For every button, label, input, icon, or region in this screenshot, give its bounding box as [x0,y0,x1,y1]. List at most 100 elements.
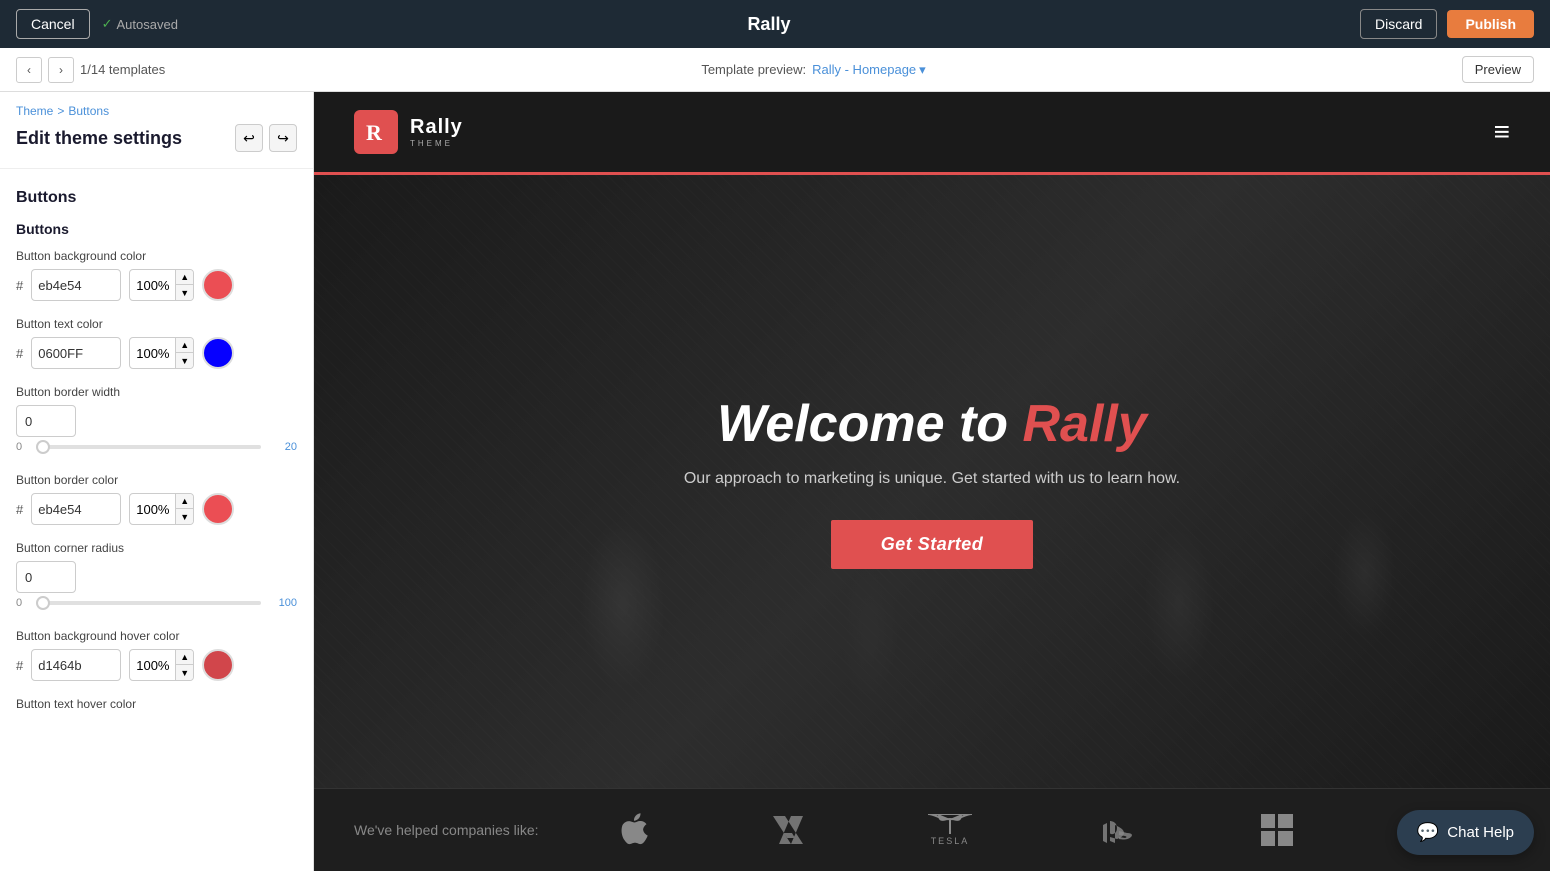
sidebar-header: Edit theme settings ↩ ↪ [0,120,313,164]
template-bar: ‹ › 1/14 templates Template preview: Ral… [0,48,1550,92]
slider2-max-label: 100 [269,597,297,609]
get-started-button[interactable]: Get Started [831,520,1034,569]
hero-subtitle: Our approach to marketing is unique. Get… [684,470,1180,488]
top-bar-right: Discard Publish [1360,9,1534,39]
bg-hover-color-label: Button background hover color [16,629,297,643]
rally-r-icon: R [362,118,390,146]
buttons-section: Buttons Buttons Button background color … [0,173,313,711]
publish-button[interactable]: Publish [1447,10,1534,38]
bg-color-swatch[interactable] [202,269,234,301]
corner-radius-field: Button corner radius 0 100 [16,541,297,613]
corner-radius-input[interactable] [16,561,76,593]
bg-opacity-down-button[interactable]: ▼ [175,285,193,301]
border-color-swatch[interactable] [202,493,234,525]
section-heading: Buttons [16,189,297,207]
bg-opacity-up-button[interactable]: ▲ [175,269,193,285]
text-color-label: Button text color [16,317,297,331]
corner-radius-slider[interactable] [36,601,261,605]
text-hover-color-field: Button text hover color [16,697,297,711]
hero-title-accent: Rally [1023,395,1147,453]
check-icon: ✓ [102,16,113,32]
rally-logo-text-wrap: Rally THEME [410,116,463,148]
rally-footer: We've helped companies like: [314,788,1550,871]
border-color-label: Button border color [16,473,297,487]
bg-color-row: # ▲ ▼ [16,269,297,301]
border-width-label: Button border width [16,385,297,399]
footer-label: We've helped companies like: [354,822,539,838]
bg-color-opacity-input[interactable] [130,278,175,293]
chat-label: Chat Help [1447,824,1514,841]
border-width-slider-row: 0 20 [16,437,297,457]
autosaved-indicator: ✓ Autosaved [102,16,178,32]
text-opacity-up-button[interactable]: ▲ [175,337,193,353]
chevron-down-icon: ▾ [919,62,926,78]
rally-logo-name: Rally [410,116,463,139]
main-layout: Theme > Buttons Edit theme settings ↩ ↪ … [0,92,1550,871]
rally-logo-icon: R [354,110,398,154]
undo-button[interactable]: ↩ [235,124,263,152]
bg-hover-opacity-input[interactable] [130,658,175,673]
bg-color-hex-input[interactable] [31,269,121,301]
slider1-max-label: 20 [269,441,297,453]
hero-content: Welcome to Rally Our approach to marketi… [684,394,1180,569]
rally-hero: Welcome to Rally Our approach to marketi… [314,175,1550,788]
chat-help-button[interactable]: 💬 Chat Help [1397,810,1534,855]
breadcrumb: Theme > Buttons [0,92,313,120]
bg-hover-color-field: Button background hover color # ▲ ▼ [16,629,297,681]
template-link[interactable]: Rally - Homepage ▾ [812,62,926,78]
bg-hover-color-swatch[interactable] [202,649,234,681]
bg-hover-hex-input[interactable] [31,649,121,681]
preview-button[interactable]: Preview [1462,56,1534,83]
text-color-hex-input[interactable] [31,337,121,369]
corner-radius-label: Button corner radius [16,541,297,555]
sidebar-edit-title: Edit theme settings [16,128,182,149]
text-color-opacity-wrap: ▲ ▼ [129,337,194,369]
top-bar: Cancel ✓ Autosaved Rally Discard Publish [0,0,1550,48]
cancel-button[interactable]: Cancel [16,9,90,39]
next-template-button[interactable]: › [48,57,74,83]
border-width-field: Button border width 0 20 [16,385,297,457]
border-color-hex-input[interactable] [31,493,121,525]
windows-logo [1261,814,1293,846]
text-color-field: Button text color # ▲ ▼ [16,317,297,369]
breadcrumb-buttons: Buttons [68,104,109,118]
preview-area: R Rally THEME ≡ Welcome to Rally [314,92,1550,871]
bg-color-label: Button background color [16,249,297,263]
rally-site-preview: R Rally THEME ≡ Welcome to Rally [314,92,1550,871]
border-color-opacity-wrap: ▲ ▼ [129,493,194,525]
border-width-slider[interactable] [36,445,261,449]
chat-icon: 💬 [1417,822,1439,843]
text-color-opacity-input[interactable] [130,346,175,361]
slider2-min-label: 0 [16,597,28,609]
border-opacity-up-button[interactable]: ▲ [175,493,193,509]
bg-hover-color-row: # ▲ ▼ [16,649,297,681]
border-color-opacity-input[interactable] [130,502,175,517]
tesla-logo: TESLA [928,814,972,846]
hamburger-icon[interactable]: ≡ [1494,116,1510,148]
text-color-swatch[interactable] [202,337,234,369]
border-width-input[interactable] [16,405,76,437]
apple-logo [621,813,649,847]
prev-template-button[interactable]: ‹ [16,57,42,83]
rally-header: R Rally THEME ≡ [314,92,1550,175]
svg-text:R: R [366,120,383,145]
undo-redo-controls: ↩ ↪ [235,124,297,152]
breadcrumb-theme-link[interactable]: Theme [16,104,53,118]
corner-radius-slider-row: 0 100 [16,593,297,613]
app-title: Rally [747,14,790,35]
footer-logos: TESLA [579,813,1510,847]
rally-logo: R Rally THEME [354,110,463,154]
discard-button[interactable]: Discard [1360,9,1437,39]
border-color-row: # ▲ ▼ [16,493,297,525]
bg-hover-opacity-up-button[interactable]: ▲ [175,649,193,665]
sidebar: Theme > Buttons Edit theme settings ↩ ↪ … [0,92,314,871]
text-color-row: # ▲ ▼ [16,337,297,369]
adobe-logo [773,816,803,844]
border-opacity-down-button[interactable]: ▼ [175,509,193,525]
bg-hover-opacity-down-button[interactable]: ▼ [175,665,193,681]
rally-logo-sub: THEME [410,139,463,148]
redo-button[interactable]: ↪ [269,124,297,152]
bg-color-opacity-wrap: ▲ ▼ [129,269,194,301]
text-opacity-down-button[interactable]: ▼ [175,353,193,369]
hero-title: Welcome to Rally [684,394,1180,454]
